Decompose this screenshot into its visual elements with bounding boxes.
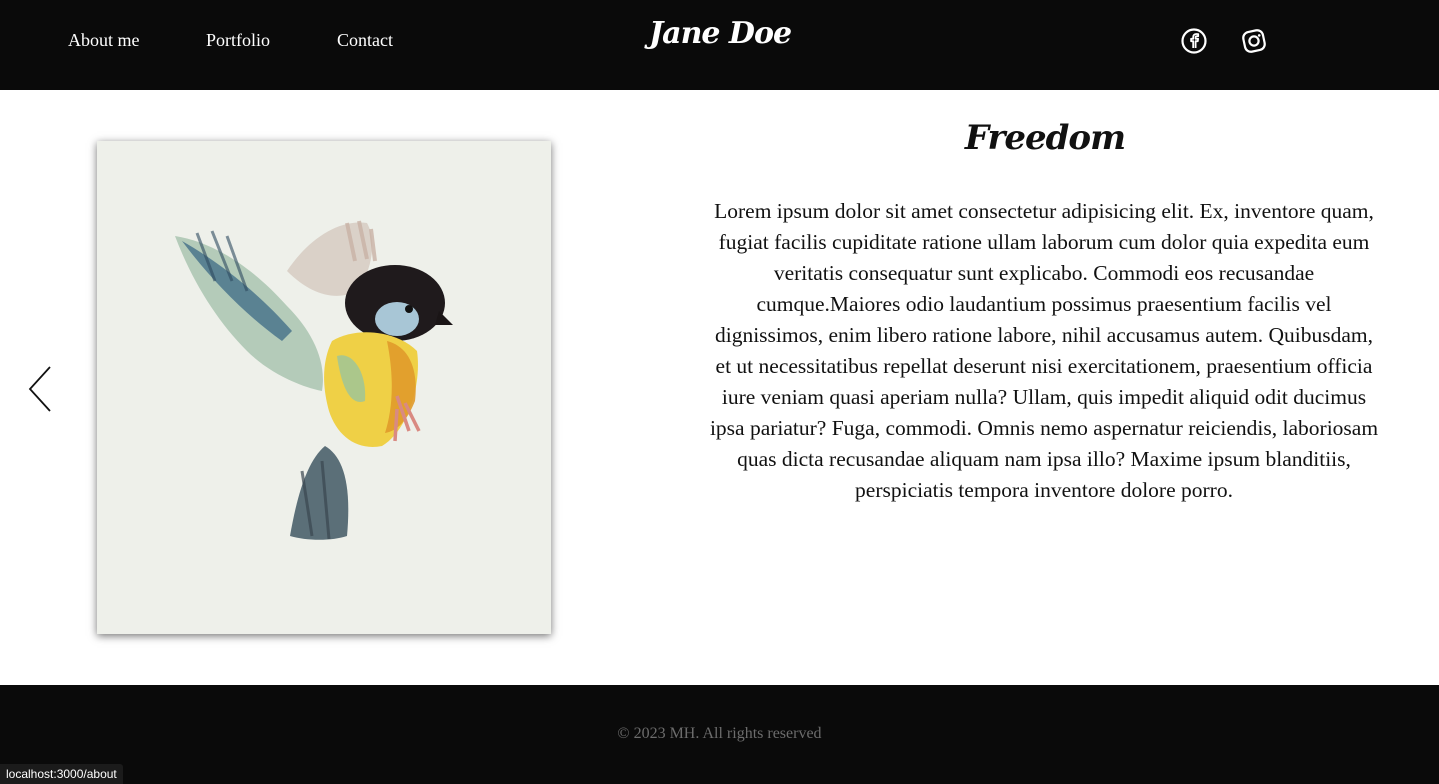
artwork-description: Lorem ipsum dolor sit amet consectetur a…	[709, 199, 1379, 502]
instagram-link[interactable]	[1240, 27, 1268, 55]
status-bar-url: localhost:3000/about	[0, 764, 123, 784]
about-main: Freedom Lorem ipsum dolor sit amet conse…	[0, 90, 1439, 685]
nav-contact[interactable]: Contact	[337, 30, 393, 51]
copyright-text: © 2023 MH. All rights reserved	[617, 725, 822, 742]
artwork-image	[97, 141, 551, 634]
site-header: About me Portfolio Contact Jane Doe	[0, 0, 1439, 90]
instagram-icon	[1240, 27, 1268, 55]
nav-about-me[interactable]: About me	[68, 30, 140, 51]
previous-button[interactable]	[24, 364, 56, 414]
chevron-left-icon	[24, 364, 56, 414]
facebook-icon	[1180, 27, 1208, 55]
artwork-title: Freedom	[964, 118, 1126, 158]
facebook-link[interactable]	[1180, 27, 1208, 55]
site-logo[interactable]: Jane Doe	[620, 16, 820, 51]
site-footer: © 2023 MH. All rights reserved	[0, 685, 1439, 784]
nav-portfolio[interactable]: Portfolio	[206, 30, 270, 51]
